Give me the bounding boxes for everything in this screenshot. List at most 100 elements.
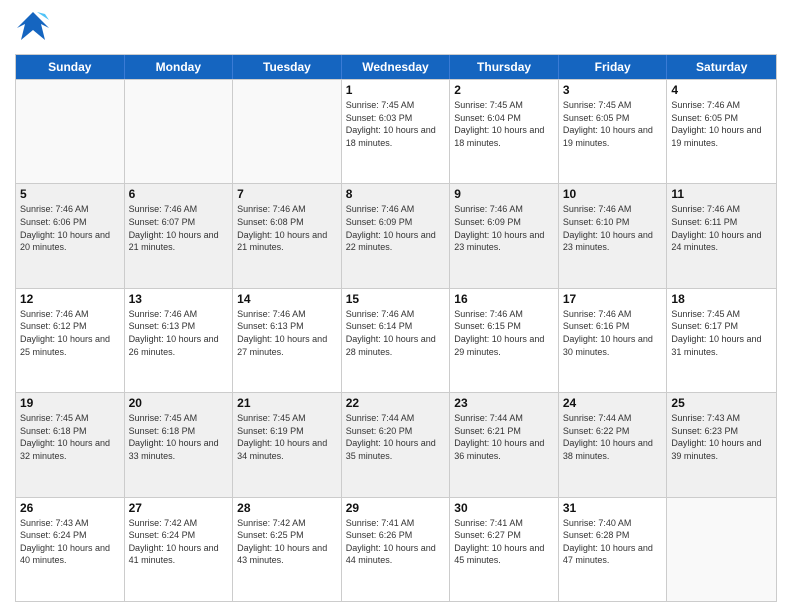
day-cell-31: 31 Sunrise: 7:40 AMSunset: 6:28 PMDayligh… (559, 498, 668, 601)
day-number: 16 (454, 292, 554, 306)
day-cell-22: 22 Sunrise: 7:44 AMSunset: 6:20 PMDayligh… (342, 393, 451, 496)
day-number: 18 (671, 292, 772, 306)
cell-info: Sunrise: 7:44 AMSunset: 6:20 PMDaylight:… (346, 412, 446, 462)
day-cell-29: 29Sunrise: 7:41 AMSunset: 6:26 PMDayligh… (342, 498, 451, 601)
calendar: SundayMondayTuesdayWednesdayThursdayFrid… (15, 54, 777, 602)
logo-text-block (15, 10, 49, 46)
cell-info: Sunrise: 7:46 AMSunset: 6:08 PMDaylight:… (237, 203, 337, 253)
week-row-2: 5 Sunrise: 7:46 AMSunset: 6:06 PMDaylight… (16, 183, 776, 287)
cell-info: Sunrise: 7:46 AMSunset: 6:09 PMDaylight:… (346, 203, 446, 253)
day-cell-23: 23 Sunrise: 7:44 AMSunset: 6:21 PMDayligh… (450, 393, 559, 496)
cell-info: Sunrise: 7:44 AMSunset: 6:21 PMDaylight:… (454, 412, 554, 462)
day-number: 30 (454, 501, 554, 515)
cell-info: Sunrise: 7:46 AMSunset: 6:12 PMDaylight:… (20, 308, 120, 358)
cell-info: Sunrise: 7:46 AMSunset: 6:13 PMDaylight:… (129, 308, 229, 358)
cell-info: Sunrise: 7:46 AMSunset: 6:16 PMDaylight:… (563, 308, 663, 358)
cell-info: Sunrise: 7:46 AMSunset: 6:14 PMDaylight:… (346, 308, 446, 358)
empty-cell (125, 80, 234, 183)
day-cell-16: 16 Sunrise: 7:46 AMSunset: 6:15 PMDayligh… (450, 289, 559, 392)
calendar-body: 1 Sunrise: 7:45 AMSunset: 6:03 PMDaylight… (16, 79, 776, 601)
cell-info: Sunrise: 7:43 AMSunset: 6:23 PMDaylight:… (671, 412, 772, 462)
day-number: 24 (563, 396, 663, 410)
day-number: 19 (20, 396, 120, 410)
header-day-wednesday: Wednesday (342, 55, 451, 79)
day-cell-15: 15 Sunrise: 7:46 AMSunset: 6:14 PMDayligh… (342, 289, 451, 392)
day-cell-3: 3Sunrise: 7:45 AMSunset: 6:05 PMDaylight… (559, 80, 668, 183)
day-number: 5 (20, 187, 120, 201)
day-cell-14: 14Sunrise: 7:46 AMSunset: 6:13 PMDayligh… (233, 289, 342, 392)
header-day-sunday: Sunday (16, 55, 125, 79)
day-number: 15 (346, 292, 446, 306)
cell-info: Sunrise: 7:40 AMSunset: 6:28 PMDaylight:… (563, 517, 663, 567)
calendar-header: SundayMondayTuesdayWednesdayThursdayFrid… (16, 55, 776, 79)
week-row-4: 19 Sunrise: 7:45 AMSunset: 6:18 PMDayligh… (16, 392, 776, 496)
cell-info: Sunrise: 7:42 AMSunset: 6:24 PMDaylight:… (129, 517, 229, 567)
day-cell-2: 2 Sunrise: 7:45 AMSunset: 6:04 PMDaylight… (450, 80, 559, 183)
cell-info: Sunrise: 7:46 AMSunset: 6:10 PMDaylight:… (563, 203, 663, 253)
cell-info: Sunrise: 7:46 AMSunset: 6:06 PMDaylight:… (20, 203, 120, 253)
week-row-5: 26 Sunrise: 7:43 AMSunset: 6:24 PMDayligh… (16, 497, 776, 601)
day-cell-27: 27 Sunrise: 7:42 AMSunset: 6:24 PMDayligh… (125, 498, 234, 601)
day-cell-24: 24 Sunrise: 7:44 AMSunset: 6:22 PMDayligh… (559, 393, 668, 496)
day-number: 17 (563, 292, 663, 306)
empty-cell (233, 80, 342, 183)
day-cell-1: 1 Sunrise: 7:45 AMSunset: 6:03 PMDaylight… (342, 80, 451, 183)
day-cell-30: 30 Sunrise: 7:41 AMSunset: 6:27 PMDayligh… (450, 498, 559, 601)
day-number: 6 (129, 187, 229, 201)
day-cell-13: 13 Sunrise: 7:46 AMSunset: 6:13 PMDayligh… (125, 289, 234, 392)
day-number: 2 (454, 83, 554, 97)
page: SundayMondayTuesdayWednesdayThursdayFrid… (0, 0, 792, 612)
cell-info: Sunrise: 7:45 AMSunset: 6:17 PMDaylight:… (671, 308, 772, 358)
day-cell-4: 4 Sunrise: 7:46 AMSunset: 6:05 PMDaylight… (667, 80, 776, 183)
cell-info: Sunrise: 7:46 AMSunset: 6:05 PMDaylight:… (671, 99, 772, 149)
cell-info: Sunrise: 7:45 AMSunset: 6:19 PMDaylight:… (237, 412, 337, 462)
header-day-thursday: Thursday (450, 55, 559, 79)
cell-info: Sunrise: 7:46 AMSunset: 6:11 PMDaylight:… (671, 203, 772, 253)
day-cell-18: 18 Sunrise: 7:45 AMSunset: 6:17 PMDayligh… (667, 289, 776, 392)
day-cell-7: 7Sunrise: 7:46 AMSunset: 6:08 PMDaylight… (233, 184, 342, 287)
day-number: 27 (129, 501, 229, 515)
day-number: 28 (237, 501, 337, 515)
empty-cell (16, 80, 125, 183)
day-cell-26: 26 Sunrise: 7:43 AMSunset: 6:24 PMDayligh… (16, 498, 125, 601)
day-cell-5: 5 Sunrise: 7:46 AMSunset: 6:06 PMDaylight… (16, 184, 125, 287)
cell-info: Sunrise: 7:46 AMSunset: 6:07 PMDaylight:… (129, 203, 229, 253)
day-number: 23 (454, 396, 554, 410)
cell-info: Sunrise: 7:42 AMSunset: 6:25 PMDaylight:… (237, 517, 337, 567)
cell-info: Sunrise: 7:45 AMSunset: 6:18 PMDaylight:… (20, 412, 120, 462)
cell-info: Sunrise: 7:45 AMSunset: 6:05 PMDaylight:… (563, 99, 663, 149)
day-number: 31 (563, 501, 663, 515)
empty-cell (667, 498, 776, 601)
day-number: 1 (346, 83, 446, 97)
day-number: 13 (129, 292, 229, 306)
day-cell-10: 10Sunrise: 7:46 AMSunset: 6:10 PMDayligh… (559, 184, 668, 287)
cell-info: Sunrise: 7:41 AMSunset: 6:27 PMDaylight:… (454, 517, 554, 567)
day-cell-6: 6 Sunrise: 7:46 AMSunset: 6:07 PMDaylight… (125, 184, 234, 287)
day-number: 9 (454, 187, 554, 201)
cell-info: Sunrise: 7:43 AMSunset: 6:24 PMDaylight:… (20, 517, 120, 567)
day-number: 26 (20, 501, 120, 515)
day-cell-21: 21Sunrise: 7:45 AMSunset: 6:19 PMDayligh… (233, 393, 342, 496)
cell-info: Sunrise: 7:41 AMSunset: 6:26 PMDaylight:… (346, 517, 446, 567)
day-cell-8: 8 Sunrise: 7:46 AMSunset: 6:09 PMDaylight… (342, 184, 451, 287)
day-number: 25 (671, 396, 772, 410)
cell-info: Sunrise: 7:46 AMSunset: 6:15 PMDaylight:… (454, 308, 554, 358)
day-number: 20 (129, 396, 229, 410)
cell-info: Sunrise: 7:44 AMSunset: 6:22 PMDaylight:… (563, 412, 663, 462)
day-number: 12 (20, 292, 120, 306)
header-day-saturday: Saturday (667, 55, 776, 79)
cell-info: Sunrise: 7:45 AMSunset: 6:04 PMDaylight:… (454, 99, 554, 149)
header-day-friday: Friday (559, 55, 668, 79)
day-cell-12: 12 Sunrise: 7:46 AMSunset: 6:12 PMDayligh… (16, 289, 125, 392)
day-number: 4 (671, 83, 772, 97)
logo-bird-icon (17, 10, 49, 46)
day-number: 22 (346, 396, 446, 410)
cell-info: Sunrise: 7:45 AMSunset: 6:03 PMDaylight:… (346, 99, 446, 149)
day-number: 14 (237, 292, 337, 306)
day-cell-25: 25 Sunrise: 7:43 AMSunset: 6:23 PMDayligh… (667, 393, 776, 496)
day-number: 8 (346, 187, 446, 201)
day-number: 11 (671, 187, 772, 201)
week-row-1: 1 Sunrise: 7:45 AMSunset: 6:03 PMDaylight… (16, 79, 776, 183)
day-cell-17: 17 Sunrise: 7:46 AMSunset: 6:16 PMDayligh… (559, 289, 668, 392)
cell-info: Sunrise: 7:45 AMSunset: 6:18 PMDaylight:… (129, 412, 229, 462)
